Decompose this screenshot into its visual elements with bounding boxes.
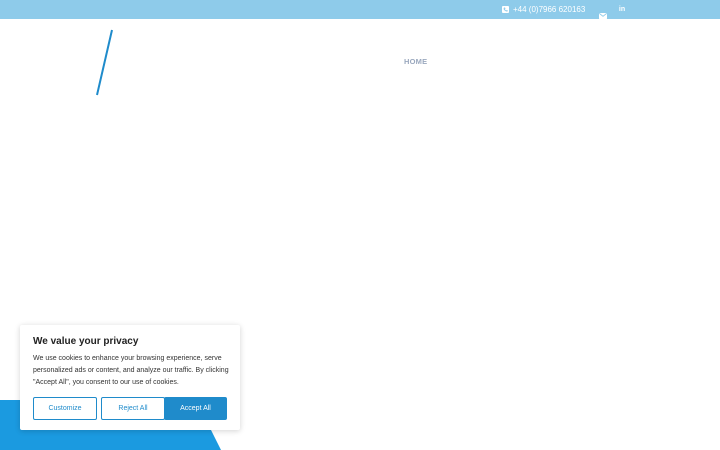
linkedin-icon[interactable]: in <box>618 3 626 16</box>
nav-link-home[interactable]: HOME <box>404 57 427 66</box>
site-logo[interactable] <box>94 28 116 103</box>
phone-number: +44 (0)7966 620163 <box>513 5 586 14</box>
top-contact-bar: +44 (0)7966 620163 in <box>0 0 720 19</box>
envelope-icon[interactable] <box>599 6 607 24</box>
cookie-banner-text: We use cookies to enhance your browsing … <box>33 355 229 386</box>
cookie-consent-banner: We value your privacy We use cookies to … <box>20 325 240 430</box>
customize-button[interactable]: Customize <box>33 397 97 420</box>
phone-link[interactable]: +44 (0)7966 620163 <box>502 3 585 16</box>
phone-square-icon <box>502 6 509 13</box>
reject-all-button[interactable]: Reject All <box>101 397 165 420</box>
accept-all-button[interactable]: Accept All <box>164 397 227 420</box>
cookie-banner-title: We value your privacy <box>33 336 139 347</box>
